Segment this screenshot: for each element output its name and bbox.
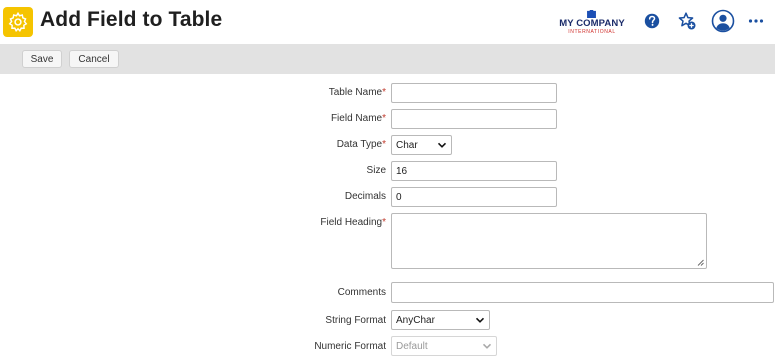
user-profile-icon[interactable] [711,9,735,33]
field-heading-textarea[interactable] [391,213,707,269]
field-heading-label: Field Heading* [320,217,386,228]
favorite-add-icon[interactable] [676,10,698,32]
size-label: Size [366,165,386,176]
chevron-down-icon [437,142,447,148]
more-icon[interactable] [745,10,767,32]
data-type-select[interactable]: Char [391,135,452,155]
toolbar: Save Cancel [0,44,775,74]
table-name-label: Table Name* [328,87,386,98]
save-button[interactable]: Save [22,50,62,68]
field-name-input[interactable] [391,109,557,129]
decimals-input[interactable]: 0 [391,187,557,207]
data-type-value: Char [396,139,418,151]
decimals-label: Decimals [344,191,386,202]
logo-main-text: MY COMPANY [559,18,625,29]
cancel-button[interactable]: Cancel [69,50,119,68]
company-logo: MY COMPANY INTERNATIONAL [556,10,628,36]
logo-mark-icon [587,10,596,18]
help-icon[interactable] [641,10,663,32]
logo-sub-text: INTERNATIONAL [568,29,616,35]
data-type-label: Data Type* [336,139,386,150]
header-bar: Add Field to Table MY COMPANY INTERNATIO… [0,0,775,44]
numeric-format-value: Default [396,340,428,352]
chevron-down-icon [482,343,492,349]
string-format-label: String Format [325,315,386,326]
comments-input[interactable] [391,282,774,303]
field-name-label: Field Name* [330,113,386,124]
page-title: Add Field to Table [40,8,223,31]
size-input[interactable]: 16 [391,161,557,181]
numeric-format-select[interactable]: Default [391,336,497,356]
numeric-format-label: Numeric Format [314,341,386,352]
resize-handle-icon[interactable] [697,259,704,266]
table-name-input[interactable] [391,83,557,103]
comments-label: Comments [337,287,386,298]
string-format-value: AnyChar [396,314,435,326]
string-format-select[interactable]: AnyChar [391,310,490,330]
chevron-down-icon [475,317,485,323]
settings-gear-icon [3,7,33,37]
